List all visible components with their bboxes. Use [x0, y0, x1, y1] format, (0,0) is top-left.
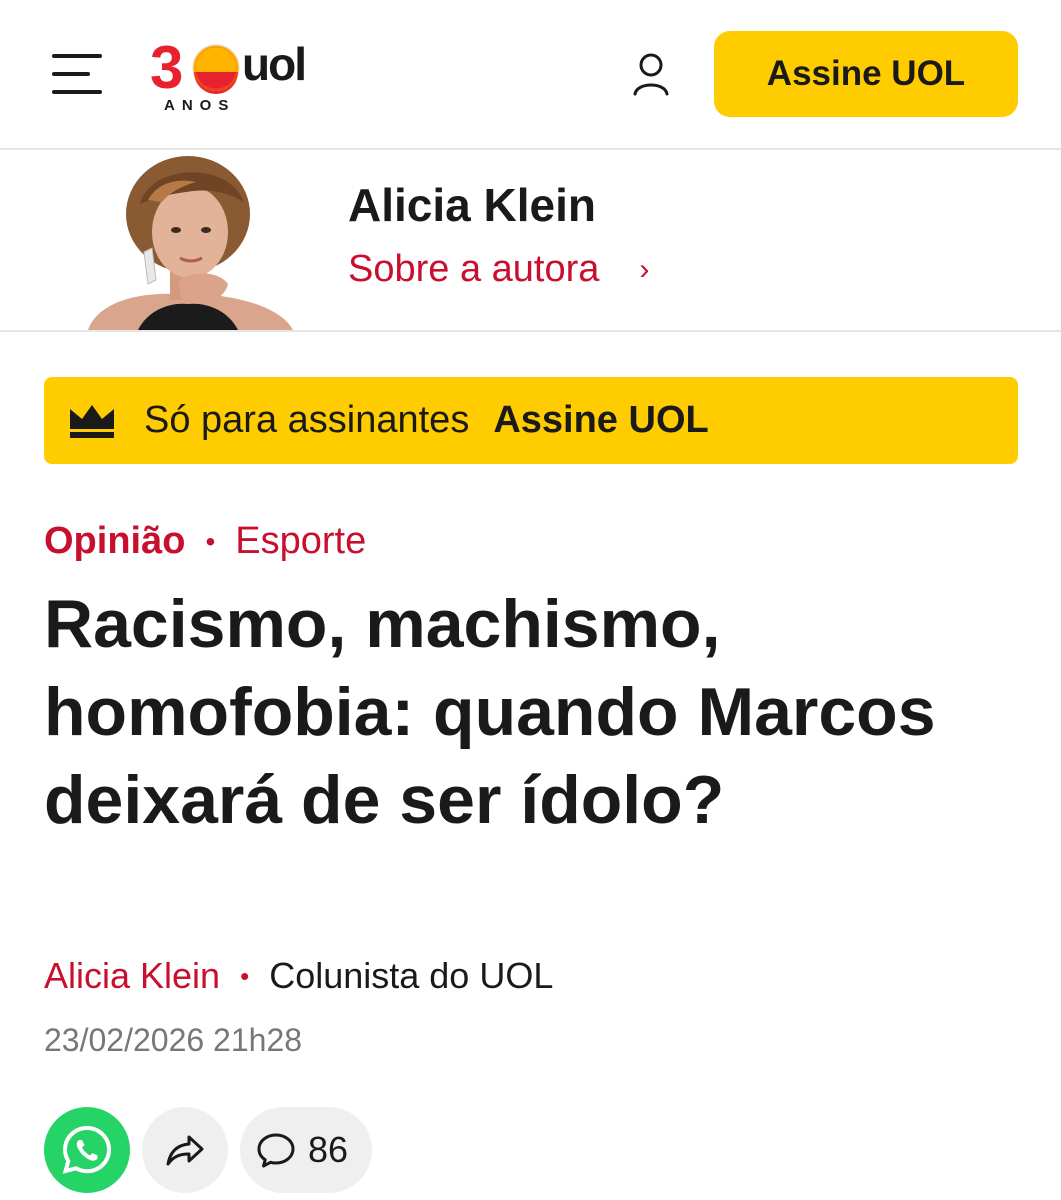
article-headline: Racismo, machismo, homofobia: quando Mar… — [44, 586, 936, 838]
comments-button[interactable]: 86 — [240, 1107, 373, 1193]
author-name[interactable]: Alicia Klein — [348, 178, 596, 232]
whatsapp-share-button[interactable] — [44, 1107, 130, 1193]
byline-separator: • — [240, 960, 250, 991]
subscribe-link[interactable]: Assine UOL — [493, 399, 708, 442]
share-icon — [166, 1135, 204, 1166]
chevron-right-icon: › — [639, 252, 650, 286]
logo-anos-text: ANOS — [164, 97, 236, 114]
article-actions: 86 — [44, 1107, 373, 1193]
site-header: 3 uol ANOS Assine UOL — [0, 0, 1061, 150]
author-card: Alicia Klein Sobre a autora › — [0, 152, 1061, 332]
comment-count: 86 — [308, 1129, 349, 1170]
crown-icon — [70, 404, 114, 438]
whatsapp-icon — [62, 1125, 112, 1174]
publish-date: 23/02/2026 21h28 — [44, 1022, 303, 1058]
author-photo[interactable] — [78, 152, 296, 330]
comment-icon — [257, 1133, 295, 1168]
subscribe-button[interactable]: Assine UOL — [714, 31, 1018, 117]
breadcrumb-separator: • — [205, 525, 216, 557]
user-icon[interactable] — [628, 50, 674, 98]
section-link-opiniao[interactable]: Opinião — [44, 520, 185, 563]
breadcrumb: Opinião • Esporte — [44, 520, 366, 563]
about-author-label: Sobre a autora — [348, 248, 600, 290]
svg-text:3: 3 — [150, 36, 183, 101]
svg-text:uol: uol — [242, 38, 305, 90]
subscribers-only-text: Só para assinantes — [144, 399, 470, 441]
byline-author-link[interactable]: Alicia Klein — [44, 955, 220, 997]
byline: Alicia Klein • Colunista do UOL — [44, 955, 553, 997]
about-author-link[interactable]: Sobre a autora › — [348, 248, 649, 291]
subscribers-only-banner: Só para assinantes Assine UOL — [44, 377, 1018, 464]
category-link-esporte[interactable]: Esporte — [235, 520, 366, 563]
share-button[interactable] — [142, 1107, 228, 1193]
hamburger-menu-icon[interactable] — [52, 52, 102, 96]
author-role: Colunista do UOL — [269, 955, 554, 996]
